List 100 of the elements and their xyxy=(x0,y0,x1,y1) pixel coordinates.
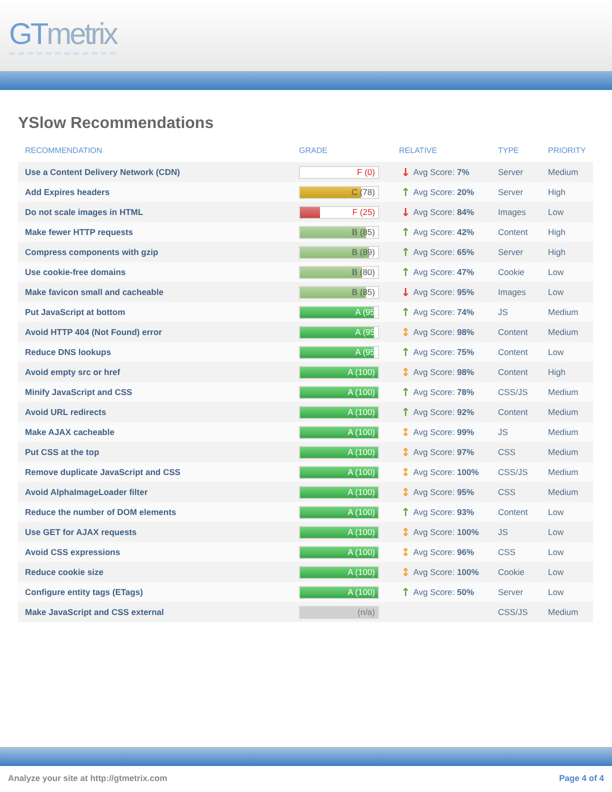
grade-text: A (100) xyxy=(348,426,375,438)
relative-score: Avg Score: 50% xyxy=(413,586,474,598)
recommendation-text: Avoid HTTP 404 (Not Found) error xyxy=(25,326,162,338)
grade-text: A (100) xyxy=(348,486,375,498)
recommendation-text: Avoid empty src or href xyxy=(25,366,120,378)
grade-text: F (0) xyxy=(357,166,375,178)
relative-score: Avg Score: 92% xyxy=(413,406,474,418)
trend-arrow: ↑ xyxy=(401,586,410,598)
priority-text: Low xyxy=(548,346,564,358)
grade-text: A (100) xyxy=(348,466,375,478)
priority-text: High xyxy=(548,366,566,378)
trend-arrow: ↑ xyxy=(401,186,410,198)
column-header: TYPE xyxy=(498,146,519,154)
relative-score: Avg Score: 7% xyxy=(413,166,470,178)
grade-text: A (100) xyxy=(348,566,375,578)
recommendation-text: Make AJAX cacheable xyxy=(25,426,114,438)
column-header: RELATIVE xyxy=(399,146,438,154)
trend-arrow: ↑ xyxy=(401,226,410,238)
trend-arrow: ↕ xyxy=(401,366,410,378)
relative-score: Avg Score: 20% xyxy=(413,186,474,198)
type-text: JS xyxy=(498,306,508,318)
priority-text: Low xyxy=(548,586,564,598)
relative-score: Avg Score: 95% xyxy=(413,486,474,498)
recommendation-text: Do not scale images in HTML xyxy=(25,206,144,218)
type-text: Server xyxy=(498,586,524,598)
priority-text: Medium xyxy=(548,386,578,398)
relative-score: Avg Score: 84% xyxy=(413,206,474,218)
type-text: Content xyxy=(498,366,528,378)
priority-text: Medium xyxy=(548,406,578,418)
recommendation-text: Remove duplicate JavaScript and CSS xyxy=(25,466,180,478)
priority-text: Low xyxy=(548,506,564,518)
priority-text: Low xyxy=(548,266,564,278)
type-text: CSS xyxy=(498,446,516,458)
trend-arrow: ↕ xyxy=(401,566,410,578)
trend-arrow: ↓ xyxy=(401,166,410,178)
type-text: Cookie xyxy=(498,266,524,278)
priority-text: Medium xyxy=(548,426,578,438)
priority-text: High xyxy=(548,186,566,198)
trend-arrow: ↕ xyxy=(401,546,410,558)
type-text: Server xyxy=(498,166,524,178)
type-text: CSS/JS xyxy=(498,466,528,478)
type-text: Cookie xyxy=(498,566,524,578)
recommendation-text: Put JavaScript at bottom xyxy=(25,306,126,318)
recommendation-text: Put CSS at the top xyxy=(25,446,100,458)
logo: GTmetrix xyxy=(9,18,116,55)
priority-text: Low xyxy=(548,206,564,218)
grade-text: A (100) xyxy=(348,526,375,538)
trend-arrow: ↓ xyxy=(401,206,410,218)
recommendation-text: Configure entity tags (ETags) xyxy=(25,586,143,598)
grade-text: A (100) xyxy=(348,446,375,458)
relative-score: Avg Score: 42% xyxy=(413,226,474,238)
relative-score: Avg Score: 96% xyxy=(413,546,474,558)
relative-score: Avg Score: 98% xyxy=(413,326,474,338)
recommendation-text: Avoid CSS expressions xyxy=(25,546,120,558)
grade-text: A (100) xyxy=(348,586,375,598)
recommendation-text: Reduce cookie size xyxy=(25,566,104,578)
type-text: CSS/JS xyxy=(498,386,528,398)
grade-text: A (100) xyxy=(348,366,375,378)
priority-text: Medium xyxy=(548,486,578,498)
trend-arrow: ↑ xyxy=(401,346,410,358)
trend-arrow: ↑ xyxy=(401,266,410,278)
priority-text: Low xyxy=(548,546,564,558)
relative-score: Avg Score: 65% xyxy=(413,246,474,258)
priority-text: Low xyxy=(548,286,564,298)
grade-text: F (25) xyxy=(352,206,375,218)
recommendation-text: Avoid URL redirects xyxy=(25,406,106,418)
trend-arrow: ↑ xyxy=(401,406,410,418)
type-text: Content xyxy=(498,406,528,418)
priority-text: Medium xyxy=(548,166,578,178)
priority-text: Medium xyxy=(548,446,578,458)
priority-text: Medium xyxy=(548,306,578,318)
trend-arrow: ↑ xyxy=(401,246,410,258)
trend-arrow: ↕ xyxy=(401,326,410,338)
type-text: Images xyxy=(498,206,526,218)
grade-text: A (100) xyxy=(348,506,375,518)
column-header: GRADE xyxy=(299,146,328,154)
trend-arrow: ↑ xyxy=(401,386,410,398)
recommendation-text: Reduce the number of DOM elements xyxy=(25,506,176,518)
recommendation-text: Reduce DNS lookups xyxy=(25,346,111,358)
grade-text: A (100) xyxy=(348,406,375,418)
column-header: RECOMMENDATION xyxy=(25,146,102,154)
relative-score: Avg Score: 75% xyxy=(413,346,474,358)
recommendation-text: Use cookie-free domains xyxy=(25,266,126,278)
recommendation-text: Use a Content Delivery Network (CDN) xyxy=(25,166,180,178)
priority-text: Low xyxy=(548,566,564,578)
type-text: Server xyxy=(498,186,524,198)
type-text: CSS/JS xyxy=(498,606,528,618)
relative-score: Avg Score: 100% xyxy=(413,566,479,578)
recommendation-text: Avoid AlphaImageLoader filter xyxy=(25,486,148,498)
type-text: Content xyxy=(498,346,528,358)
type-text: Images xyxy=(498,286,526,298)
priority-text: High xyxy=(548,226,566,238)
type-text: JS xyxy=(498,526,508,538)
recommendation-text: Make fewer HTTP requests xyxy=(25,226,134,238)
section-title: YSlow Recommendations xyxy=(18,114,215,134)
recommendation-text: Compress components with gzip xyxy=(25,246,158,258)
priority-text: High xyxy=(548,246,566,258)
trend-arrow: ↓ xyxy=(401,286,410,298)
relative-score: Avg Score: 100% xyxy=(413,526,479,538)
relative-score: Avg Score: 95% xyxy=(413,286,474,298)
